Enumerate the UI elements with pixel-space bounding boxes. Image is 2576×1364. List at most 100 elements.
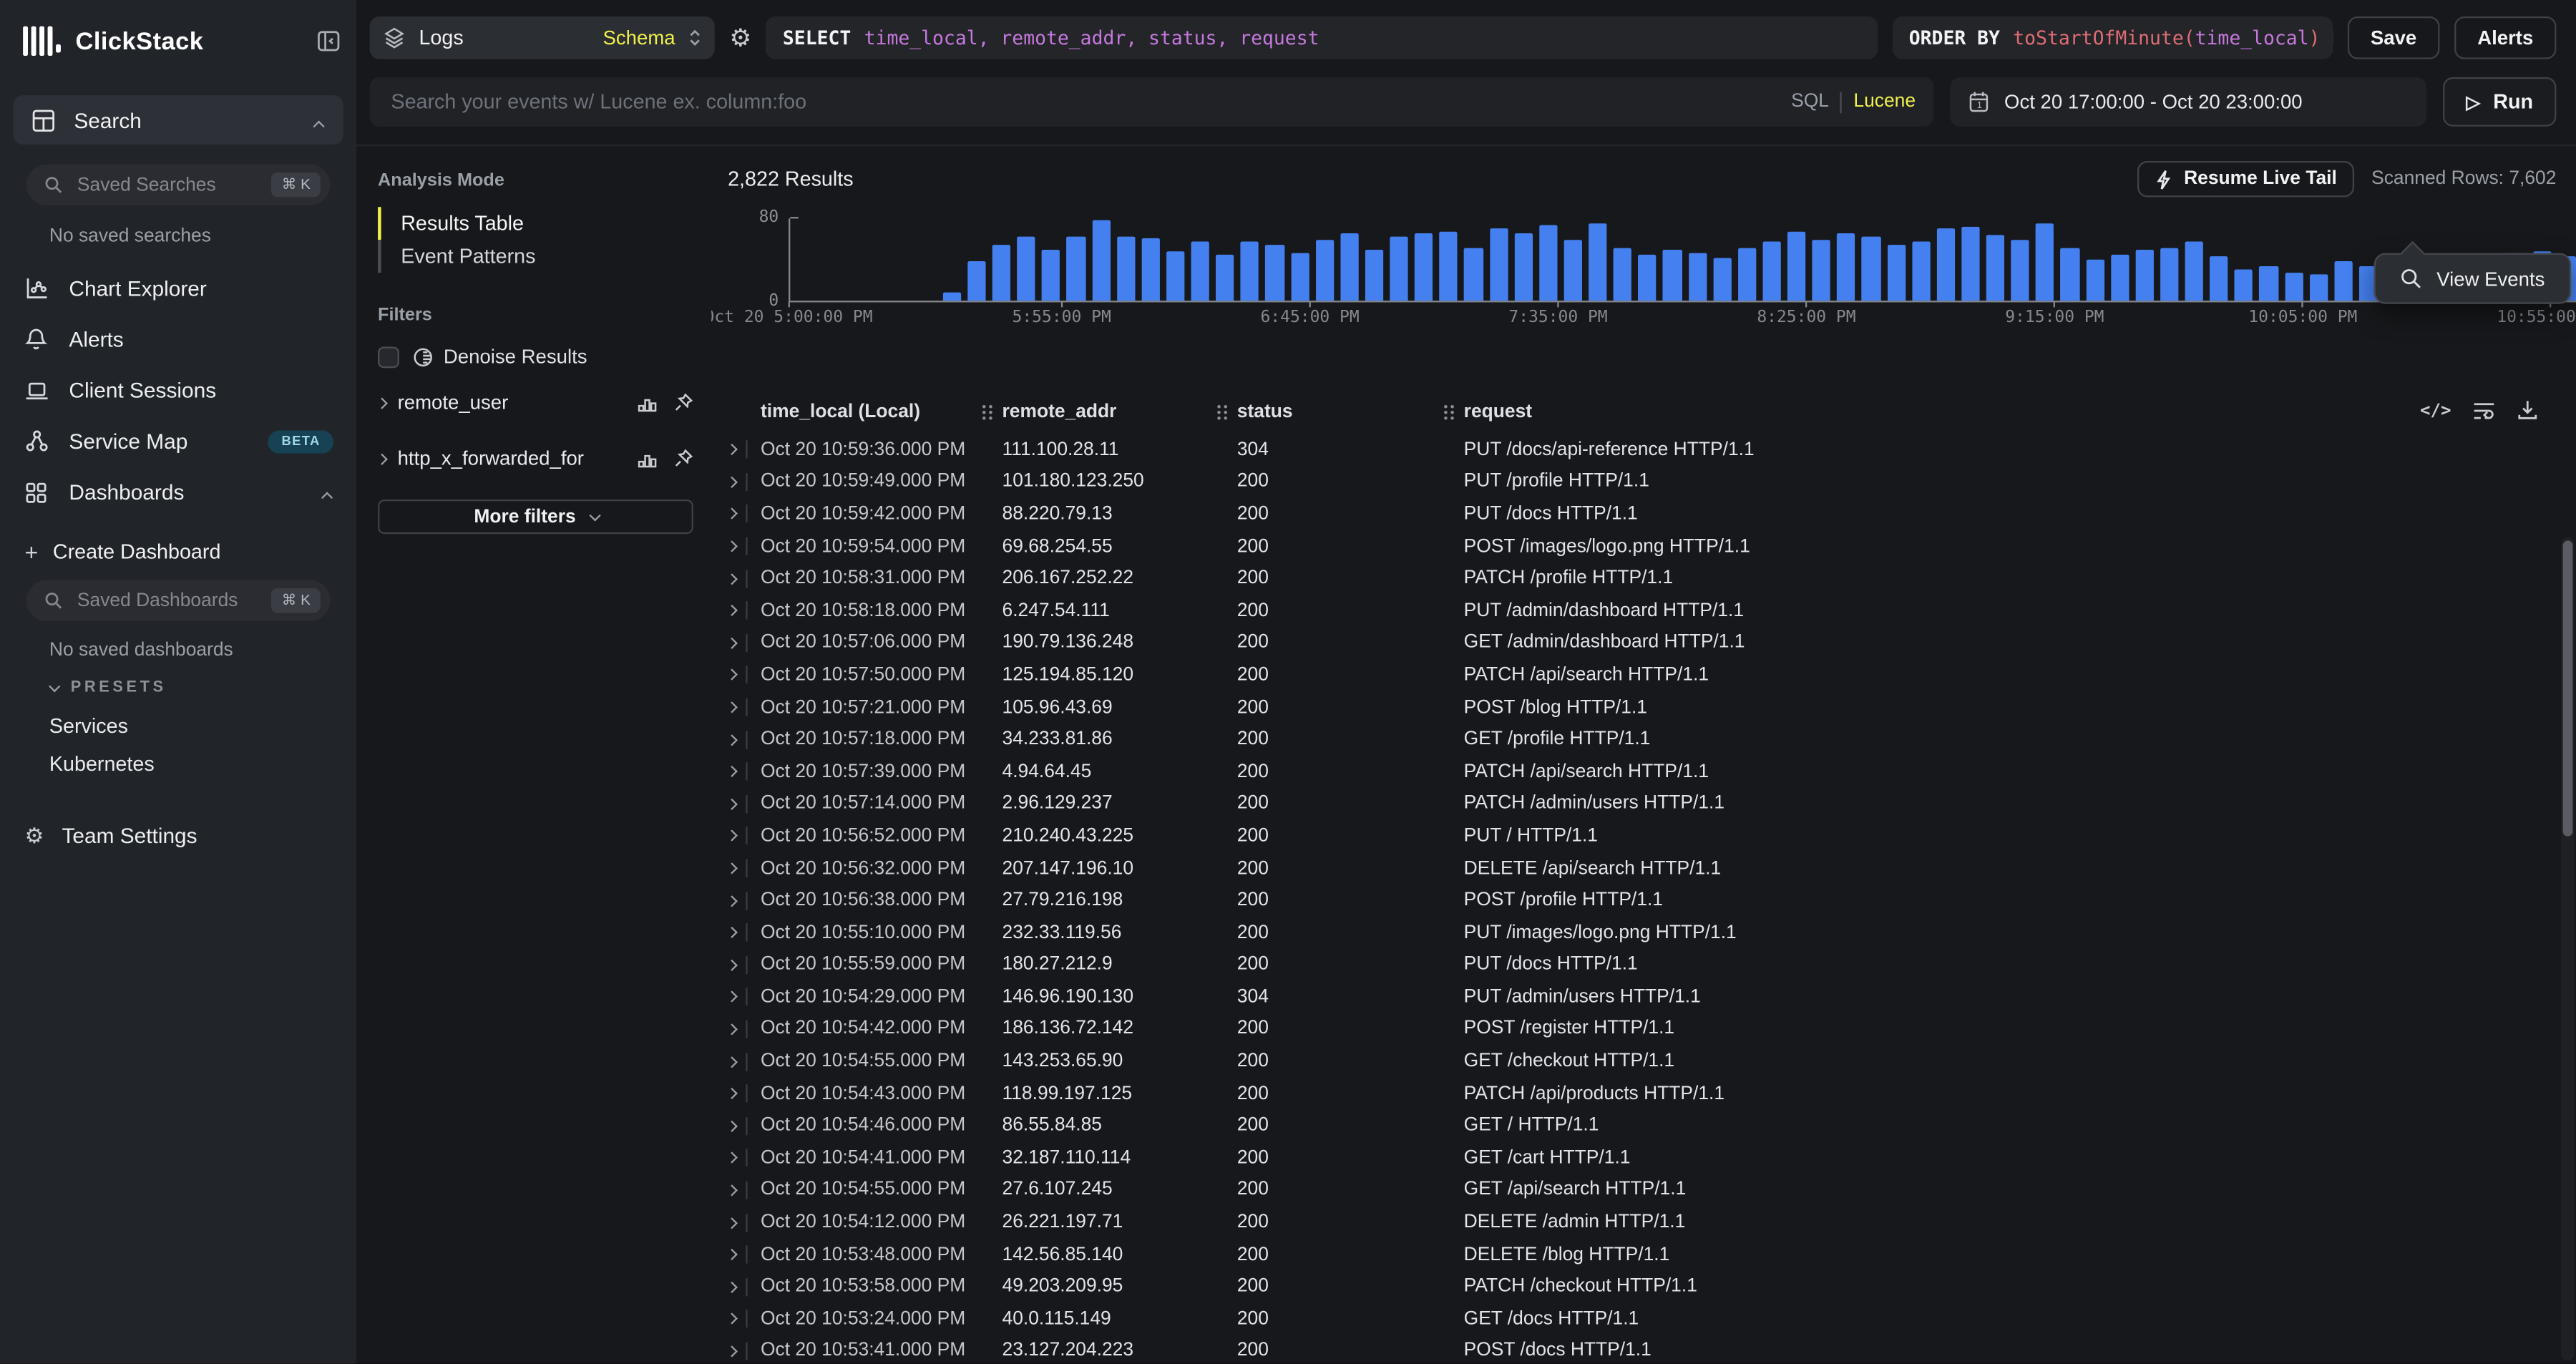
time-range-picker[interactable]: 1 Oct 20 17:00:00 - Oct 20 23:00:00: [1950, 77, 2426, 127]
source-select[interactable]: Logs Schema: [370, 16, 715, 59]
table-row[interactable]: Oct 20 10:57:21.000 PM 105.96.43.69 200 …: [711, 691, 2576, 724]
row-expander[interactable]: [728, 1182, 761, 1199]
table-row[interactable]: Oct 20 10:54:29.000 PM 146.96.190.130 30…: [711, 981, 2576, 1013]
histogram-bar[interactable]: [1191, 242, 1210, 301]
save-button[interactable]: Save: [2348, 16, 2440, 59]
create-dashboard-button[interactable]: + Create Dashboard: [24, 540, 356, 563]
histogram-bar[interactable]: [2036, 223, 2054, 301]
histogram-bar[interactable]: [1340, 233, 1359, 301]
row-expander[interactable]: [728, 924, 761, 942]
preset-item-kubernetes[interactable]: Kubernetes: [49, 744, 356, 782]
table-row[interactable]: Oct 20 10:54:41.000 PM 32.187.110.114 20…: [711, 1142, 2576, 1174]
histogram-bar[interactable]: [1614, 248, 1632, 301]
table-row[interactable]: Oct 20 10:56:38.000 PM 27.79.216.198 200…: [711, 885, 2576, 917]
table-row[interactable]: Oct 20 10:54:46.000 PM 86.55.84.85 200 G…: [711, 1110, 2576, 1142]
table-row[interactable]: Oct 20 10:57:14.000 PM 2.96.129.237 200 …: [711, 788, 2576, 820]
pin-icon[interactable]: [673, 449, 693, 469]
histogram-bar[interactable]: [1663, 249, 1682, 301]
histogram-bar[interactable]: [1539, 225, 1558, 301]
histogram-bar[interactable]: [1738, 248, 1757, 301]
column-header-time-local[interactable]: time_local (Local): [761, 403, 1002, 423]
order-by-input[interactable]: ORDER BY toStartOfMinute(time_local) D: [1893, 16, 2333, 59]
histogram-bar[interactable]: [1762, 241, 1781, 301]
pin-icon[interactable]: [673, 393, 693, 413]
histogram-bar[interactable]: [1216, 255, 1234, 301]
vertical-scrollbar[interactable]: [2561, 537, 2574, 1360]
scrollbar-thumb[interactable]: [2563, 540, 2573, 836]
saved-searches-input[interactable]: [74, 173, 260, 196]
presets-toggle[interactable]: PRESETS: [49, 678, 356, 696]
denoise-checkbox[interactable]: [378, 346, 399, 367]
histogram-bar[interactable]: [1390, 236, 1408, 301]
table-row[interactable]: Oct 20 10:54:12.000 PM 26.221.197.71 200…: [711, 1207, 2576, 1239]
query-settings-gear-icon[interactable]: ⚙: [729, 26, 751, 50]
table-row[interactable]: Oct 20 10:59:49.000 PM 101.180.123.250 2…: [711, 466, 2576, 498]
code-view-icon[interactable]: </>: [2420, 400, 2451, 420]
table-row[interactable]: Oct 20 10:57:18.000 PM 34.233.81.86 200 …: [711, 724, 2576, 756]
histogram-bar[interactable]: [1787, 231, 1806, 301]
histogram-bar[interactable]: [2235, 270, 2253, 301]
alerts-button[interactable]: Alerts: [2454, 16, 2556, 59]
histogram-bar[interactable]: [1589, 223, 1607, 301]
lucene-toggle[interactable]: Lucene: [1853, 92, 1916, 112]
chevron-up-icon[interactable]: [317, 107, 325, 132]
row-expander[interactable]: [728, 763, 761, 781]
preset-item-services[interactable]: Services: [49, 706, 356, 744]
table-row[interactable]: Oct 20 10:53:58.000 PM 49.203.209.95 200…: [711, 1271, 2576, 1303]
histogram-bar[interactable]: [2260, 267, 2278, 301]
row-expander[interactable]: [728, 698, 761, 716]
sidebar-item-search[interactable]: Search: [13, 95, 343, 145]
column-header-request[interactable]: request: [1464, 403, 2576, 423]
histogram-bar[interactable]: [1067, 237, 1085, 301]
histogram-bar[interactable]: [1315, 239, 1334, 301]
team-settings-button[interactable]: ⚙ Team Settings: [24, 823, 356, 847]
table-row[interactable]: Oct 20 10:58:31.000 PM 206.167.252.22 20…: [711, 562, 2576, 595]
column-header-remote-addr[interactable]: remote_addr: [1002, 403, 1237, 423]
row-expander[interactable]: [728, 1214, 761, 1232]
drag-handle-icon[interactable]: [1216, 403, 1229, 423]
row-expander[interactable]: [728, 795, 761, 813]
table-row[interactable]: Oct 20 10:54:43.000 PM 118.99.197.125 20…: [711, 1078, 2576, 1110]
column-header-status[interactable]: status: [1237, 403, 1464, 423]
histogram-bar[interactable]: [1688, 253, 1707, 301]
histogram-bar[interactable]: [1986, 235, 2005, 301]
histogram-bar[interactable]: [2160, 248, 2179, 301]
event-search-input[interactable]: [388, 89, 1775, 115]
table-row[interactable]: Oct 20 10:55:59.000 PM 180.27.212.9 200 …: [711, 949, 2576, 981]
histogram-bar[interactable]: [1563, 239, 1582, 301]
histogram-bar[interactable]: [2110, 255, 2129, 301]
histogram-bar[interactable]: [2210, 255, 2228, 301]
histogram-bar[interactable]: [1912, 242, 1931, 301]
text-wrap-icon[interactable]: [2472, 400, 2495, 420]
resume-live-tail-button[interactable]: Resume Live Tail: [2138, 161, 2355, 198]
bar-chart-icon[interactable]: [638, 393, 658, 413]
table-row[interactable]: Oct 20 10:56:32.000 PM 207.147.196.10 20…: [711, 852, 2576, 885]
run-button[interactable]: ▷ Run: [2443, 77, 2556, 127]
plot-area[interactable]: [789, 218, 2576, 302]
histogram-bar[interactable]: [1092, 220, 1111, 301]
histogram-bar[interactable]: [2309, 274, 2328, 301]
histogram-bar[interactable]: [2061, 248, 2079, 301]
row-expander[interactable]: [728, 537, 761, 555]
row-expander[interactable]: [728, 956, 761, 974]
drag-handle-icon[interactable]: [1443, 403, 1455, 423]
row-expander[interactable]: [728, 1149, 761, 1167]
table-row[interactable]: Oct 20 10:54:55.000 PM 143.253.65.90 200…: [711, 1046, 2576, 1078]
histogram-bar[interactable]: [1936, 229, 1955, 301]
row-expander[interactable]: [728, 1053, 761, 1071]
saved-dashboards-search[interactable]: ⌘ K: [26, 580, 331, 620]
saved-dashboards-input[interactable]: [74, 589, 260, 612]
histogram-bar[interactable]: [1489, 228, 1508, 301]
row-expander[interactable]: [728, 1310, 761, 1328]
table-row[interactable]: Oct 20 10:55:10.000 PM 232.33.119.56 200…: [711, 917, 2576, 949]
select-clause-input[interactable]: SELECT time_local, remote_addr, status, …: [766, 16, 1878, 59]
row-expander[interactable]: [728, 1343, 761, 1360]
histogram-bar[interactable]: [1365, 249, 1384, 301]
table-row[interactable]: Oct 20 10:53:48.000 PM 142.56.85.140 200…: [711, 1239, 2576, 1271]
histogram-bar[interactable]: [1837, 233, 1855, 301]
table-row[interactable]: Oct 20 10:59:42.000 PM 88.220.79.13 200 …: [711, 498, 2576, 530]
histogram-bar[interactable]: [2334, 262, 2353, 301]
row-expander[interactable]: [728, 1278, 761, 1296]
table-row[interactable]: Oct 20 10:57:06.000 PM 190.79.136.248 20…: [711, 627, 2576, 659]
filter-field-http-x-forwarded-for[interactable]: http_x_forwarded_for: [378, 437, 693, 480]
